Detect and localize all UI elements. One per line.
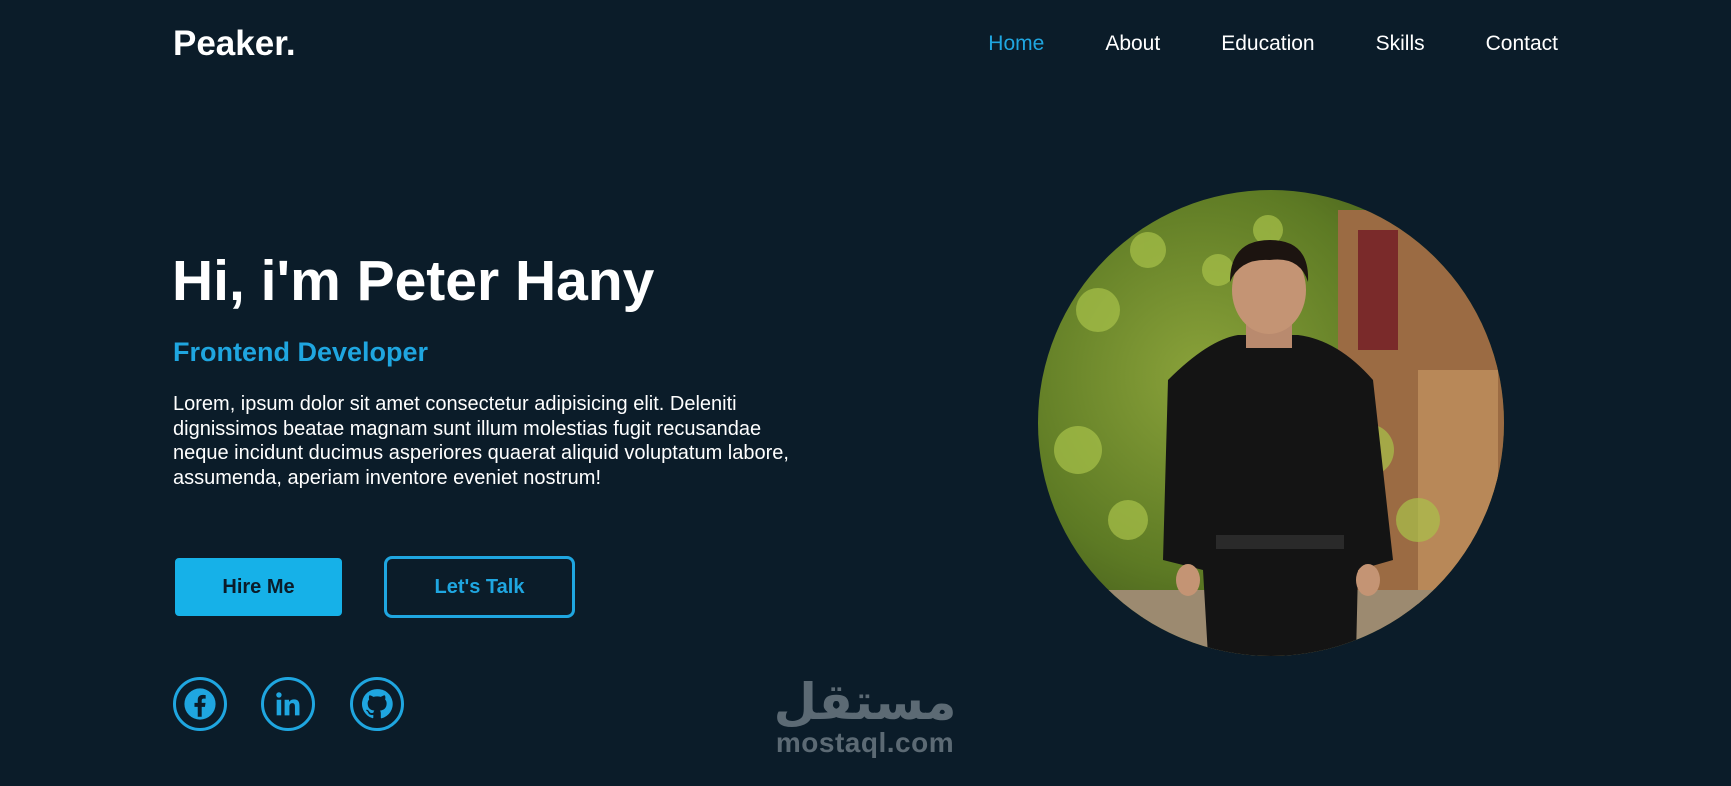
profile-photo — [1038, 190, 1504, 656]
facebook-link[interactable] — [173, 677, 227, 731]
nav-item-about[interactable]: About — [1105, 32, 1160, 56]
watermark-latin: mostaql.com — [775, 727, 955, 758]
main-nav: Home About Education Skills Contact — [988, 32, 1558, 56]
nav-item-contact[interactable]: Contact — [1486, 32, 1558, 56]
lets-talk-button[interactable]: Let's Talk — [384, 556, 575, 618]
facebook-icon — [184, 688, 216, 720]
linkedin-icon — [276, 692, 300, 716]
nav-item-home[interactable]: Home — [988, 32, 1044, 56]
hero-role: Frontend Developer — [173, 337, 429, 367]
logo[interactable]: Peaker. — [173, 24, 296, 64]
github-icon — [361, 689, 393, 719]
linkedin-link[interactable] — [261, 677, 315, 731]
watermark-arabic: مستقل — [773, 674, 957, 730]
hire-me-button[interactable]: Hire Me — [175, 558, 342, 616]
watermark: مستقل mostaql.com — [760, 676, 970, 758]
hero-description: Lorem, ipsum dolor sit amet consectetur … — [173, 393, 789, 489]
hero-title: Hi, i'm Peter Hany — [172, 249, 655, 313]
nav-item-education[interactable]: Education — [1221, 32, 1314, 56]
nav-item-skills[interactable]: Skills — [1376, 32, 1425, 56]
github-link[interactable] — [350, 677, 404, 731]
